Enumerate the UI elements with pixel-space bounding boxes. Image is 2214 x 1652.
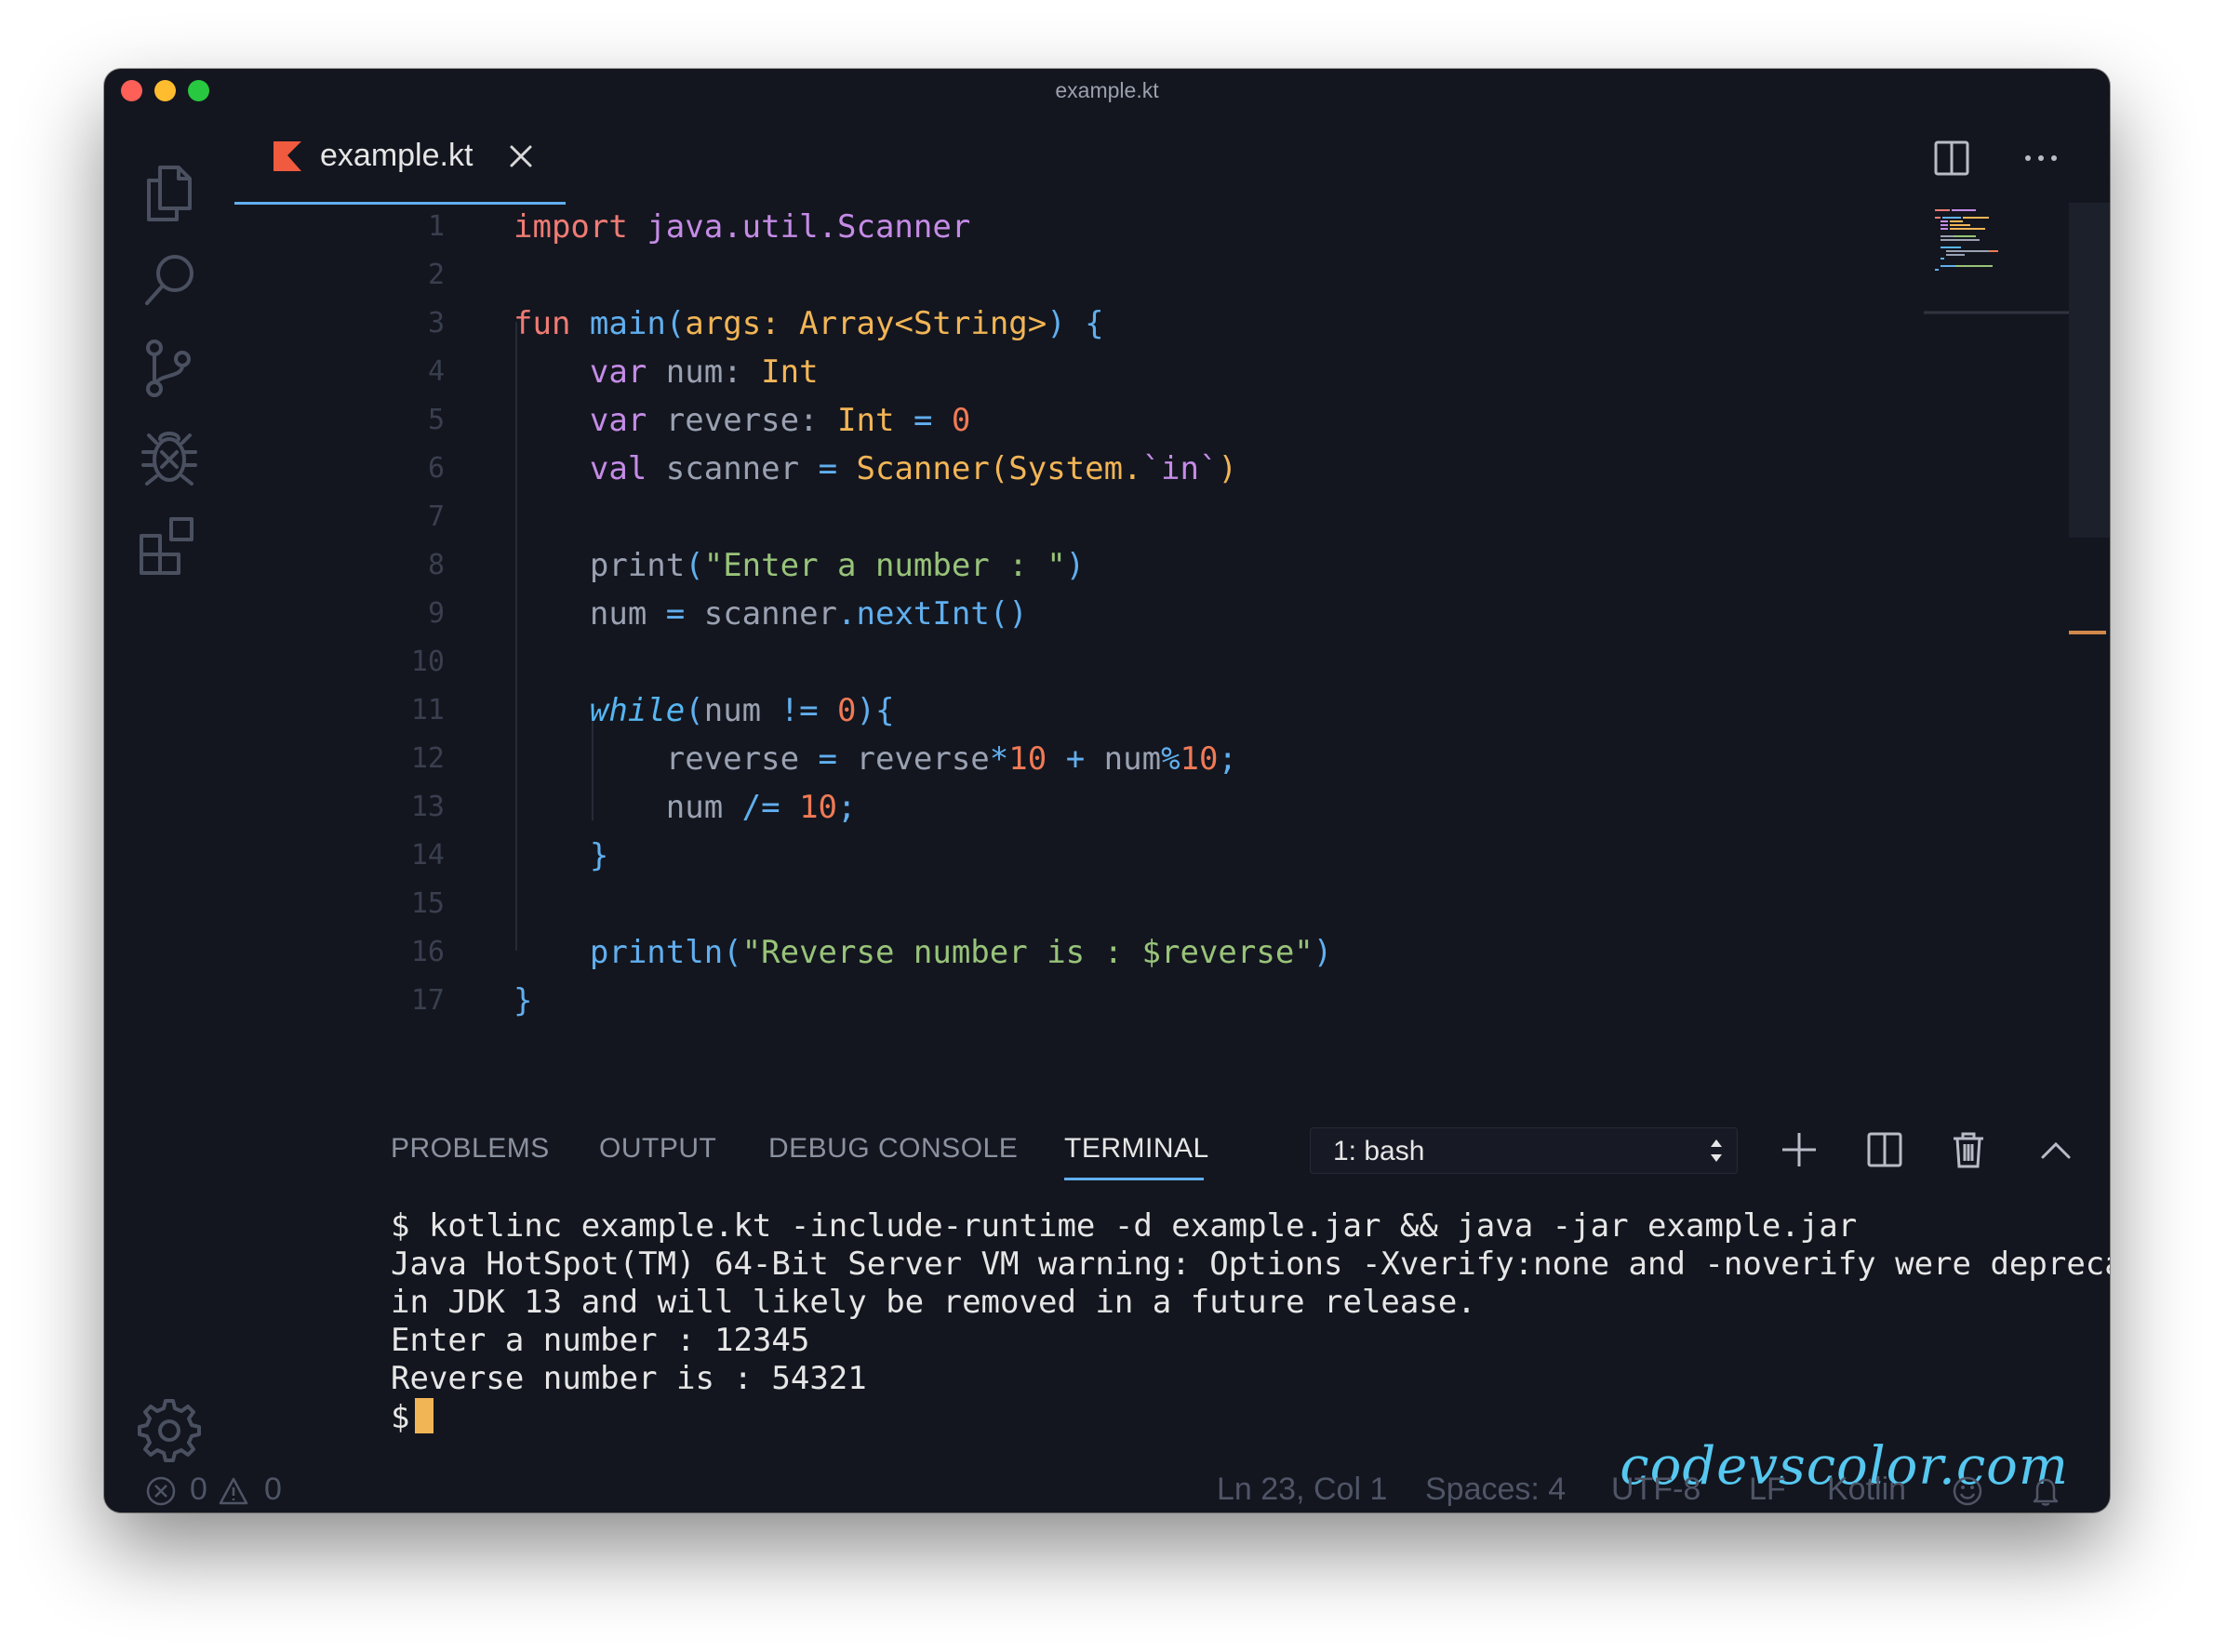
terminal-prompt: $: [391, 1399, 410, 1436]
language-mode[interactable]: Kotlin: [1827, 1472, 1906, 1508]
chevron-up-icon[interactable]: [2035, 1129, 2076, 1170]
indentation[interactable]: Spaces: 4: [1425, 1472, 1566, 1508]
bottom-panel: PROBLEMS OUTPUT DEBUG CONSOLE TERMINAL 1…: [234, 1077, 2110, 1497]
terminal-line: Java HotSpot(TM) 64-Bit Server VM warnin…: [391, 1246, 2110, 1283]
warning-count[interactable]: 0: [264, 1472, 282, 1508]
extensions-icon[interactable]: [136, 512, 203, 579]
terminal-line: Reverse number is : 54321: [391, 1360, 867, 1397]
tab-debug-console[interactable]: DEBUG CONSOLE: [768, 1133, 1018, 1165]
line-number: 2: [427, 259, 445, 291]
title-bar: example.kt: [104, 69, 2110, 112]
terminal-prompt-line: $: [391, 1398, 2110, 1436]
line-number: 7: [427, 500, 445, 533]
window-title: example.kt: [1055, 78, 1159, 102]
trash-icon[interactable]: [1948, 1129, 1989, 1170]
code-line: var num: Int: [589, 353, 819, 391]
code-line: var reverse: Int = 0: [589, 402, 971, 439]
code-line: print("Enter a number : "): [589, 547, 1086, 584]
code-line: println("Reverse number is : $reverse"): [589, 934, 1333, 971]
line-number: 8: [427, 549, 445, 581]
line-number: 15: [410, 887, 445, 920]
search-icon[interactable]: [136, 247, 203, 314]
tab-label: example.kt: [320, 138, 473, 173]
terminal-line: Enter a number : 12345: [391, 1322, 810, 1359]
kotlin-logo-icon: [273, 141, 303, 171]
code-line: reverse = reverse*10 + num%10;: [665, 740, 1237, 778]
code-line: num /= 10;: [665, 789, 857, 826]
tab-terminal[interactable]: TERMINAL: [1064, 1133, 1209, 1165]
notifications-bell-icon[interactable]: [2030, 1475, 2061, 1507]
split-terminal-icon[interactable]: [1864, 1129, 1905, 1170]
warning-icon[interactable]: [218, 1475, 249, 1507]
terminal-line: in JDK 13 and will likely be removed in …: [391, 1284, 1476, 1321]
terminal-line: $ kotlinc example.kt -include-runtime -d…: [391, 1207, 1858, 1245]
line-number: 6: [427, 452, 445, 485]
files-icon[interactable]: [136, 160, 203, 227]
line-number: 14: [410, 839, 445, 872]
line-number: 12: [410, 742, 445, 775]
scrollbar-marker: [2069, 631, 2106, 634]
line-ending[interactable]: LF: [1749, 1472, 1786, 1508]
more-actions-icon[interactable]: [2021, 138, 2061, 179]
line-number: 10: [410, 646, 445, 678]
encoding[interactable]: UTF-8: [1611, 1472, 1701, 1508]
code-line: fun main(args: Array<String>) {: [513, 305, 1104, 342]
terminal-select-value: 1: bash: [1333, 1136, 1425, 1166]
editor-scrollbar[interactable]: [2069, 203, 2110, 538]
close-icon[interactable]: [504, 140, 538, 173]
line-number: 1: [427, 210, 445, 243]
line-number: 11: [410, 694, 445, 726]
code-line: while(num != 0){: [589, 692, 895, 729]
source-control-icon[interactable]: [136, 335, 203, 402]
gear-icon[interactable]: [136, 1395, 203, 1462]
error-icon[interactable]: [145, 1475, 177, 1507]
line-number: 17: [410, 984, 445, 1017]
code-line: val scanner = Scanner(System.`in`): [589, 450, 1237, 487]
plus-icon[interactable]: [1779, 1129, 1820, 1170]
line-number: 16: [410, 936, 445, 968]
minimap[interactable]: [1924, 203, 2069, 357]
debug-icon[interactable]: [136, 424, 203, 491]
terminal-cursor: [415, 1398, 434, 1433]
feedback-smiley-icon[interactable]: [1952, 1475, 1983, 1507]
code-line: }: [513, 982, 533, 1019]
line-number: 9: [427, 597, 445, 630]
code-line: }: [589, 837, 609, 874]
terminal-output[interactable]: $ kotlinc example.kt -include-runtime -d…: [391, 1207, 2110, 1436]
activity-bar: [104, 112, 234, 1470]
line-number-gutter: 1 2 3 4 5 6 7 8 9 10 11 12 13 14 15 16 1…: [234, 203, 445, 1077]
select-arrows-icon: [1707, 1134, 1726, 1167]
code-line: import java.util.Scanner: [513, 208, 971, 246]
code-line: num = scanner.nextInt(): [589, 595, 1028, 633]
line-number: 3: [427, 307, 445, 340]
line-number: 4: [427, 355, 445, 388]
status-bar: 0 0 Ln 23, Col 1 Spaces: 4 UTF-8 LF Kotl…: [104, 1470, 2110, 1512]
tab-output[interactable]: OUTPUT: [599, 1133, 716, 1165]
editor-window: example.kt example.kt 1 2 3 4 5 6 7 8 9 …: [104, 69, 2110, 1512]
editor-tab-bar: example.kt: [234, 112, 2110, 205]
tab-problems[interactable]: PROBLEMS: [391, 1133, 550, 1165]
line-number: 13: [410, 791, 445, 823]
cursor-position[interactable]: Ln 23, Col 1: [1217, 1472, 1387, 1508]
line-number: 5: [427, 404, 445, 436]
tab-example-kt[interactable]: example.kt: [234, 112, 566, 205]
terminal-select[interactable]: 1: bash: [1310, 1127, 1738, 1174]
active-panel-tab-indicator: [1064, 1178, 1204, 1180]
code-editor[interactable]: import java.util.Scanner fun main(args: …: [513, 203, 2021, 1077]
error-count[interactable]: 0: [190, 1472, 207, 1508]
split-editor-icon[interactable]: [1931, 138, 1972, 179]
